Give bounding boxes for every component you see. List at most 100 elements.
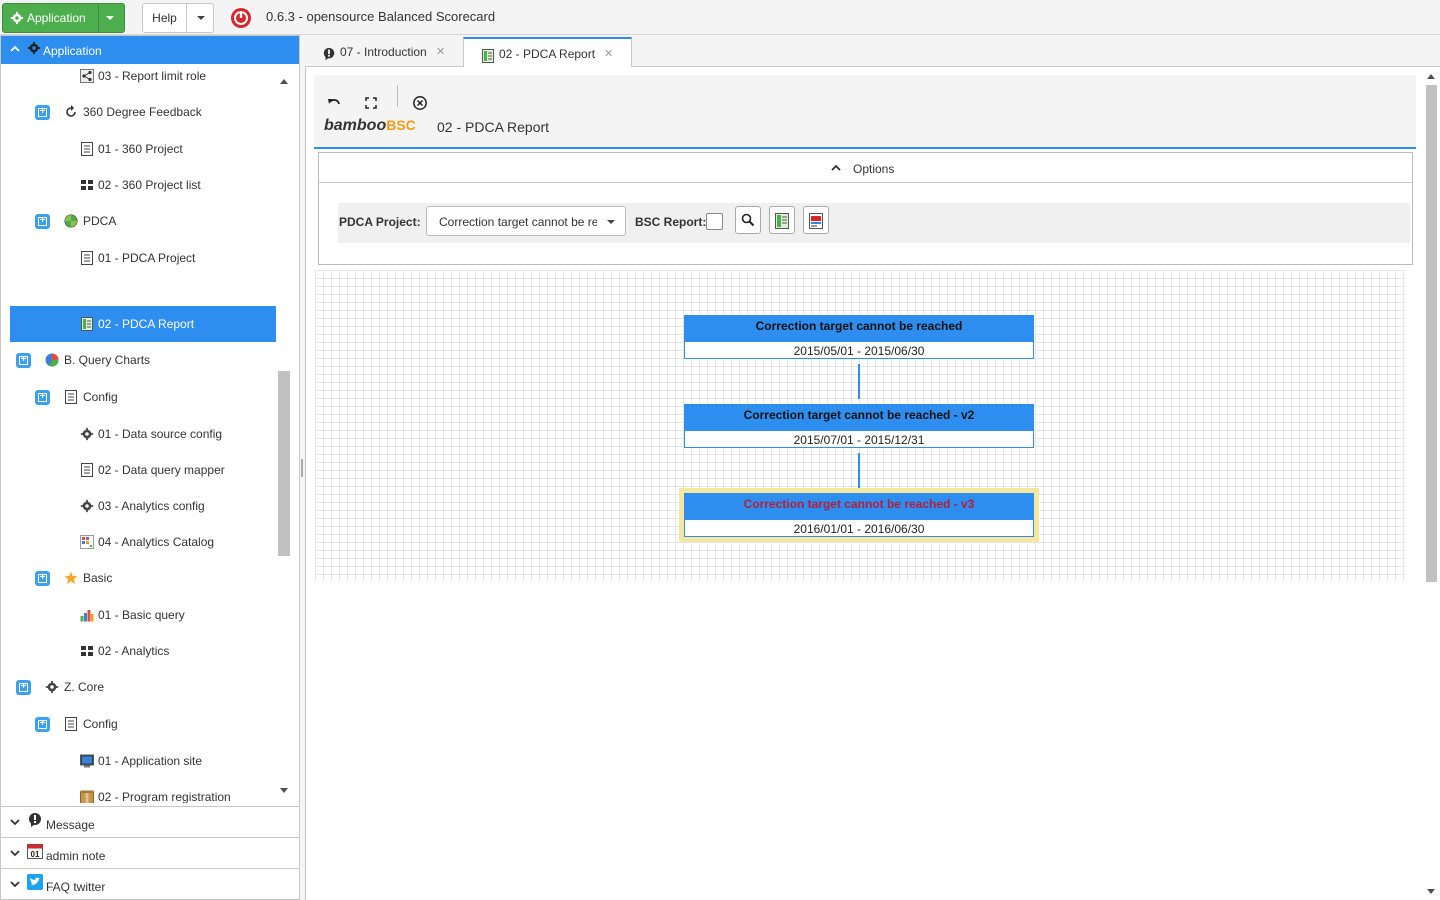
brand-accent: BSC (386, 117, 416, 133)
close-circle-icon[interactable] (412, 95, 428, 111)
tree-item-report-limit-role[interactable]: 03 - Report limit role (1, 65, 271, 94)
document-icon (65, 390, 77, 404)
chevron-down-icon[interactable] (197, 16, 205, 20)
chevron-down-icon[interactable] (106, 16, 114, 20)
tree-item-360-project-list[interactable]: 02 - 360 Project list (1, 167, 271, 203)
scroll-down-icon[interactable] (280, 788, 288, 793)
tree-item-pdca[interactable]: PDCA (1, 203, 271, 239)
expand-icon[interactable] (35, 94, 50, 130)
document-icon (81, 251, 93, 265)
options-body: PDCA Project: Correction target cannot b… (338, 203, 1410, 243)
application-menu-button[interactable]: Application (2, 3, 125, 33)
accordion-faq-twitter[interactable]: FAQ twitter (1, 868, 299, 899)
tree-item-label: 02 - Analytics (98, 644, 170, 658)
tree-item-label: 01 - 360 Project (98, 142, 183, 156)
tree-item-label: 02 - PDCA Report (98, 317, 195, 331)
tree-item-z-core[interactable]: Z. Core (1, 669, 271, 705)
tree-item-basic[interactable]: Basic (1, 560, 271, 596)
scroll-down-icon[interactable] (1427, 889, 1435, 894)
options-header[interactable]: Options (319, 153, 1412, 183)
tree-item-data-source-config[interactable]: 01 - Data source config (1, 416, 271, 452)
undo-icon[interactable] (326, 95, 342, 111)
scroll-thumb[interactable] (1426, 85, 1437, 582)
expand-icon[interactable] (35, 560, 50, 596)
pdca-node[interactable]: Correction target cannot be reached - v3… (684, 493, 1034, 537)
tree-item-analytics-config[interactable]: 03 - Analytics config (1, 488, 271, 524)
refresh-icon (66, 105, 76, 117)
tree-item-data-query-mapper[interactable]: 02 - Data query mapper (1, 452, 271, 488)
tree-item-label: 360 Degree Feedback (83, 105, 202, 119)
catalog-icon (80, 535, 94, 549)
export-excel-button[interactable] (769, 206, 795, 234)
calendar-icon: 01 (27, 844, 43, 859)
grid-icon (81, 646, 93, 656)
tree-item-pdca-report[interactable]: 02 - PDCA Report (1, 306, 271, 342)
tree-item-config[interactable]: Config (1, 379, 271, 415)
tree-item-label: Config (83, 390, 118, 404)
scroll-thumb[interactable] (278, 371, 290, 556)
scroll-up-icon[interactable] (1427, 74, 1435, 79)
pdca-node[interactable]: Correction target cannot be reached 2015/… (684, 315, 1034, 359)
accordion-message[interactable]: Message (1, 806, 299, 837)
tree-item-core-config[interactable]: Config (1, 706, 271, 742)
accordion-admin-note[interactable]: 01 admin note (1, 837, 299, 868)
query-button[interactable] (735, 206, 761, 234)
package-icon (80, 790, 94, 803)
export-pdf-button[interactable] (803, 206, 829, 234)
pdca-project-label: PDCA Project: (339, 215, 421, 229)
expand-icon[interactable] (35, 379, 50, 415)
info-icon (29, 813, 41, 827)
pdf-icon (809, 213, 823, 229)
chevron-down-icon (10, 819, 20, 826)
tree-item-analytics[interactable]: 02 - Analytics (1, 633, 271, 669)
close-icon[interactable]: ✕ (436, 47, 446, 58)
power-icon[interactable] (230, 7, 252, 29)
scroll-up-icon[interactable] (280, 79, 288, 84)
main-content: bambooBSC 02 - PDCA Report Options PDCA … (305, 67, 1440, 900)
page-title: 02 - PDCA Report (437, 119, 550, 135)
content-scrollbar[interactable] (1424, 71, 1439, 896)
share-icon (80, 69, 94, 83)
tree-item-program-registration[interactable]: 02 - Program registration (1, 779, 271, 803)
tree-item-label: 01 - Basic query (98, 608, 185, 622)
grid-icon (81, 180, 93, 190)
tab-pdca-report[interactable]: 02 - PDCA Report ✕ (463, 37, 632, 68)
chevron-up-icon (10, 45, 20, 52)
tree-item-360-project[interactable]: 01 - 360 Project (1, 131, 271, 167)
report-icon (81, 317, 93, 331)
pdca-project-select[interactable]: Correction target cannot be reached (426, 206, 626, 236)
tab-bar: 07 - Introduction ✕ 02 - PDCA Report ✕ (305, 35, 1440, 68)
tree-item-pdca-project[interactable]: 01 - PDCA Project (1, 240, 271, 276)
expand-icon[interactable] (35, 203, 50, 239)
expand-icon[interactable] (16, 669, 31, 705)
pdca-node[interactable]: Correction target cannot be reached - v2… (684, 404, 1034, 448)
expand-icon[interactable] (16, 342, 31, 378)
tree-item-query-charts[interactable]: B. Query Charts (1, 342, 271, 378)
menu-tree: 03 - Report limit role 360 Degree Feedba… (1, 65, 299, 803)
tree-item-basic-query[interactable]: 01 - Basic query (1, 597, 271, 633)
options-label: Options (853, 162, 895, 176)
pdca-node-period: 2015/07/01 - 2015/12/31 (793, 433, 925, 447)
tree-item-label: 01 - PDCA Project (98, 251, 196, 265)
fullscreen-icon[interactable] (363, 95, 379, 111)
tree-item-label: Config (83, 717, 118, 731)
splitter-grip[interactable] (301, 459, 303, 477)
pdca-node-period: 2016/01/01 - 2016/06/30 (793, 522, 925, 536)
gear-icon (45, 680, 59, 694)
expand-icon[interactable] (35, 706, 50, 742)
chevron-down-icon (10, 850, 20, 857)
tree-item-analytics-catalog[interactable]: 04 - Analytics Catalog (1, 524, 271, 560)
tree-item-360-degree-feedback[interactable]: 360 Degree Feedback (1, 94, 271, 130)
accordion-header-application[interactable]: Application (1, 36, 299, 64)
tree-item-application-site[interactable]: 01 - Application site (1, 743, 271, 779)
gear-icon (80, 499, 94, 513)
tab-introduction[interactable]: 07 - Introduction ✕ (305, 37, 462, 68)
bsc-report-checkbox[interactable] (706, 213, 723, 230)
tree-scrollbar[interactable] (277, 76, 291, 802)
help-menu-button[interactable]: Help (142, 3, 214, 33)
document-icon (81, 463, 93, 477)
tree-item-label: 02 - Program registration (98, 790, 231, 803)
app-title: 0.6.3 - opensource Balanced Scorecard (266, 9, 496, 24)
pdca-node-title: Correction target cannot be reached (685, 316, 1033, 342)
close-icon[interactable]: ✕ (604, 49, 614, 60)
